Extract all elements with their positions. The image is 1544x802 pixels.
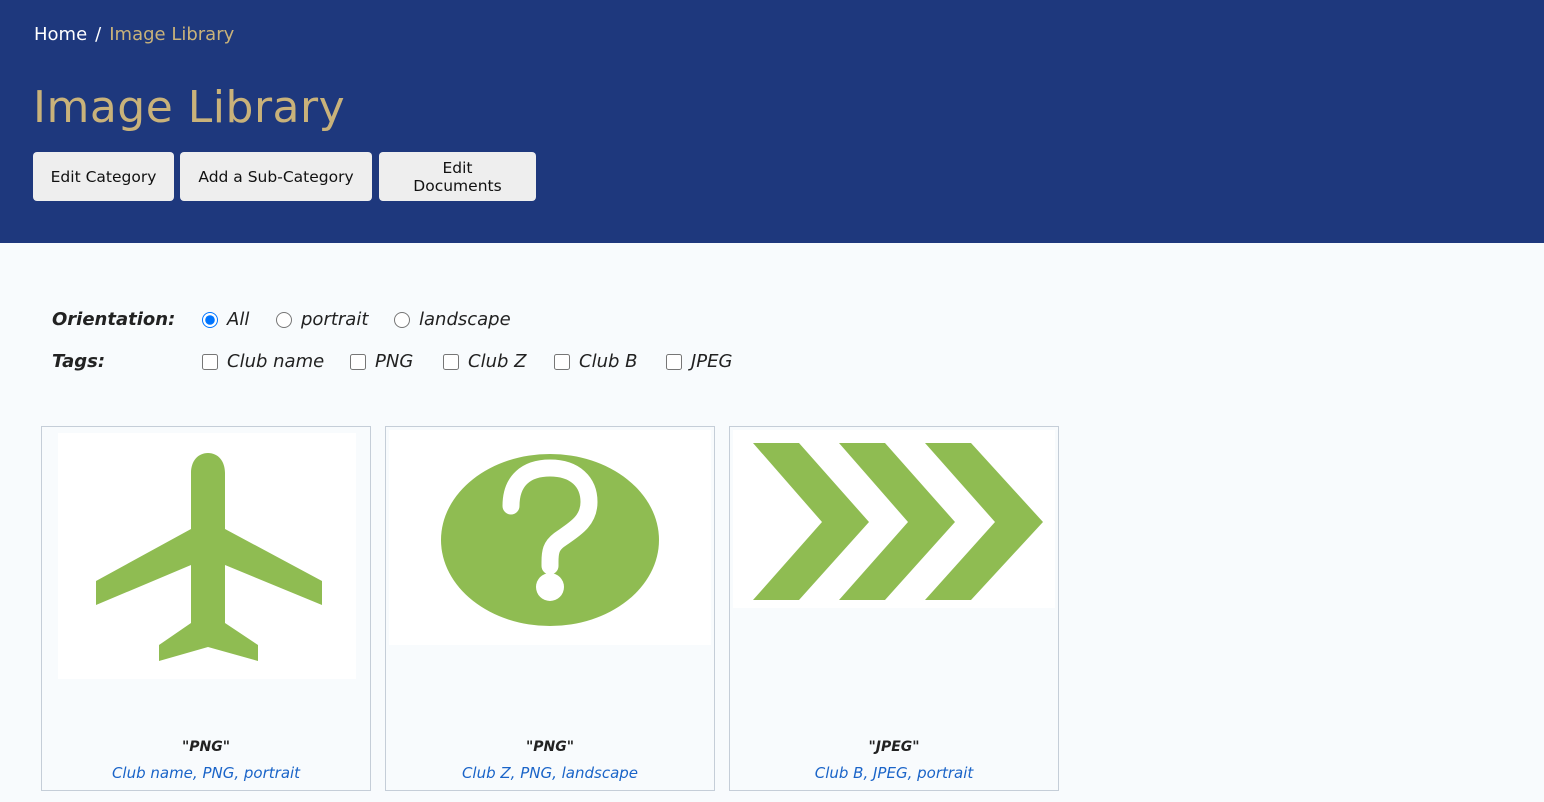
tag-option-club-b[interactable]: Club B	[554, 351, 637, 372]
tag-checkbox-jpeg[interactable]	[666, 353, 682, 370]
orientation-option-portrait[interactable]: portrait	[276, 309, 368, 330]
image-card[interactable]: "PNG" Club name, PNG, portrait	[41, 426, 371, 791]
card-tag-link[interactable]: portrait	[244, 764, 300, 782]
image-thumbnail[interactable]	[58, 433, 356, 679]
image-thumbnail[interactable]	[733, 430, 1055, 608]
breadcrumb-home-link[interactable]: Home	[34, 24, 87, 45]
card-tags: Club B, JPEG, portrait	[814, 764, 974, 782]
tag-checkbox-club-z[interactable]	[443, 353, 459, 370]
orientation-label: Orientation:	[52, 309, 176, 330]
orientation-option-label: portrait	[301, 309, 369, 330]
tag-option-club-z[interactable]: Club Z	[443, 351, 526, 372]
breadcrumb: Home / Image Library	[34, 24, 234, 45]
card-tags: Club Z, PNG, landscape	[461, 764, 639, 782]
tag-option-jpeg[interactable]: JPEG	[666, 351, 732, 372]
page-title: Image Library	[33, 82, 346, 133]
orientation-radio-portrait[interactable]	[276, 311, 292, 328]
image-card[interactable]: "PNG" Club Z, PNG, landscape	[385, 426, 715, 791]
card-tags: Club name, PNG, portrait	[111, 764, 301, 782]
tag-checkbox-png[interactable]	[350, 353, 366, 370]
card-tag-link[interactable]: landscape	[562, 764, 638, 782]
tag-option-label: Club Z	[468, 351, 527, 372]
tag-option-png[interactable]: PNG	[350, 351, 413, 372]
tag-option-club-name[interactable]: Club name	[202, 351, 324, 372]
orientation-option-label: landscape	[419, 309, 511, 330]
orientation-option-all[interactable]: All	[202, 309, 249, 330]
image-thumbnail[interactable]	[389, 430, 711, 645]
page-header: Home / Image Library Image Library Edit …	[0, 0, 1544, 243]
edit-documents-button[interactable]: Edit Documents	[379, 152, 536, 201]
breadcrumb-current: Image Library	[109, 24, 235, 45]
tags-label: Tags:	[52, 351, 106, 372]
question-mark-icon	[441, 454, 659, 626]
card-tag-link[interactable]: PNG	[520, 764, 552, 782]
tag-option-label: JPEG	[691, 351, 733, 372]
card-tag-link[interactable]: Club name	[112, 764, 193, 782]
tag-checkbox-club-name[interactable]	[202, 353, 218, 370]
card-title: "JPEG"	[868, 739, 920, 755]
card-tag-link[interactable]: Club Z	[462, 764, 511, 782]
airplane-icon	[96, 453, 322, 661]
card-tag-link[interactable]: JPEG	[873, 764, 908, 782]
tag-option-label: Club B	[579, 351, 638, 372]
card-title: "PNG"	[525, 739, 575, 755]
orientation-option-label: All	[227, 309, 250, 330]
add-sub-category-button[interactable]: Add a Sub-Category	[180, 152, 372, 201]
tag-checkbox-club-b[interactable]	[554, 353, 570, 370]
orientation-radio-all[interactable]	[202, 311, 218, 328]
orientation-option-landscape[interactable]: landscape	[394, 309, 511, 330]
edit-category-button[interactable]: Edit Category	[33, 152, 174, 201]
image-card[interactable]: "JPEG" Club B, JPEG, portrait	[729, 426, 1059, 791]
chevrons-icon	[753, 443, 1043, 600]
tag-option-label: Club name	[227, 351, 325, 372]
breadcrumb-separator: /	[95, 24, 102, 45]
tag-option-label: PNG	[375, 351, 414, 372]
card-tag-link[interactable]: PNG	[202, 764, 234, 782]
orientation-radio-landscape[interactable]	[394, 311, 410, 328]
card-tag-link[interactable]: Club B	[815, 764, 864, 782]
card-title: "PNG"	[181, 739, 231, 755]
card-tag-link[interactable]: portrait	[917, 764, 973, 782]
